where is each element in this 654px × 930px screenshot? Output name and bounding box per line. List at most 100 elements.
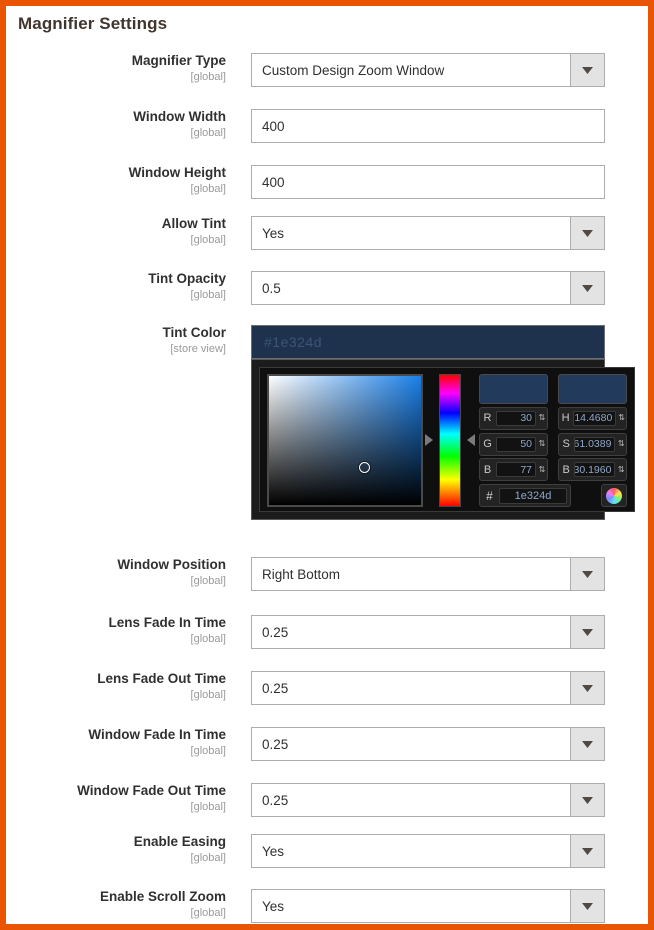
hue-slider-wrap[interactable]	[432, 374, 468, 507]
label-text: Magnifier Type	[6, 53, 226, 69]
field-row-window-height: Window Height [global] 400	[6, 165, 648, 205]
label-text: Enable Scroll Zoom	[6, 889, 226, 905]
input-channel-brightness[interactable]: B 30.1960 ⇅	[558, 458, 627, 481]
input-channel-s[interactable]: S 61.0389 ⇅	[558, 433, 627, 456]
field-row-enable-scroll-zoom: Enable Scroll Zoom [global] Yes	[6, 889, 648, 929]
hex-value: 1e324d	[499, 488, 567, 504]
chevron-down-icon[interactable]	[570, 835, 604, 867]
label-text: Window Fade In Time	[6, 727, 226, 743]
select-value: Custom Design Zoom Window	[252, 54, 570, 86]
saturation-value-area[interactable]	[267, 374, 423, 507]
scope-text: [global]	[6, 574, 226, 588]
color-wheel-button[interactable]	[601, 484, 627, 507]
scope-text: [global]	[6, 851, 226, 865]
input-value: 400	[252, 110, 604, 142]
spinner-brightness-icon[interactable]: ⇅	[616, 466, 626, 474]
label-text: Allow Tint	[6, 216, 226, 232]
chevron-down-icon[interactable]	[570, 728, 604, 760]
spinner-b-icon[interactable]: ⇅	[537, 466, 547, 474]
field-label-window-position: Window Position [global]	[6, 557, 238, 588]
scope-text: [global]	[6, 126, 226, 140]
label-text: Window Width	[6, 109, 226, 125]
label-text: Window Position	[6, 557, 226, 573]
hue-pointer-right-icon	[467, 434, 475, 446]
select-value: 0.25	[252, 672, 570, 704]
input-window-width[interactable]: 400	[251, 109, 605, 143]
select-magnifier-type[interactable]: Custom Design Zoom Window	[251, 53, 605, 87]
label-text: Tint Opacity	[6, 271, 226, 287]
input-window-height[interactable]: 400	[251, 165, 605, 199]
spinner-r-icon[interactable]: ⇅	[537, 414, 547, 422]
select-allow-tint[interactable]: Yes	[251, 216, 605, 250]
select-lens-fade-in-time[interactable]: 0.25	[251, 615, 605, 649]
field-label-lens-fade-out-time: Lens Fade Out Time [global]	[6, 671, 238, 702]
select-window-fade-out-time[interactable]: 0.25	[251, 783, 605, 817]
input-channel-r[interactable]: R 30 ⇅	[479, 407, 548, 430]
swatch-new-color[interactable]	[479, 374, 548, 404]
channel-value-g: 50	[496, 437, 536, 452]
channel-value-h: 214.4680	[573, 411, 616, 426]
select-value: Yes	[252, 835, 570, 867]
swatch-current-color[interactable]	[558, 374, 627, 404]
channel-key-b: B	[480, 464, 495, 476]
chevron-down-icon[interactable]	[570, 217, 604, 249]
field-label-window-width: Window Width [global]	[6, 109, 238, 140]
spinner-h-icon[interactable]: ⇅	[617, 414, 626, 422]
chevron-down-icon[interactable]	[570, 616, 604, 648]
select-value: 0.5	[252, 272, 570, 304]
select-value: 0.25	[252, 784, 570, 816]
chevron-down-icon[interactable]	[570, 784, 604, 816]
field-row-window-fade-out-time: Window Fade Out Time [global] 0.25	[6, 783, 648, 823]
input-channel-b[interactable]: B 77 ⇅	[479, 458, 548, 481]
field-row-lens-fade-out-time: Lens Fade Out Time [global] 0.25	[6, 671, 648, 711]
select-value: Yes	[252, 217, 570, 249]
select-window-position[interactable]: Right Bottom	[251, 557, 605, 591]
spinner-g-icon[interactable]: ⇅	[537, 440, 547, 448]
select-value: 0.25	[252, 728, 570, 760]
field-row-tint-color: Tint Color [store view] #1e324d	[6, 325, 648, 525]
field-row-magnifier-type: Magnifier Type [global] Custom Design Zo…	[6, 53, 648, 93]
page-title: Magnifier Settings	[18, 14, 167, 34]
input-channel-g[interactable]: G 50 ⇅	[479, 433, 548, 456]
label-text: Window Fade Out Time	[6, 783, 226, 799]
field-label-allow-tint: Allow Tint [global]	[6, 216, 238, 247]
input-value: 400	[252, 166, 604, 198]
chevron-down-icon[interactable]	[570, 558, 604, 590]
field-label-tint-color: Tint Color [store view]	[6, 325, 238, 356]
chevron-down-icon[interactable]	[570, 890, 604, 922]
color-picker-fields: R 30 ⇅ H 214.4680 ⇅ G 50	[479, 374, 627, 507]
select-value: 0.25	[252, 616, 570, 648]
select-lens-fade-out-time[interactable]: 0.25	[251, 671, 605, 705]
field-row-window-width: Window Width [global] 400	[6, 109, 648, 149]
color-picker-panel[interactable]: R 30 ⇅ H 214.4680 ⇅ G 50	[251, 359, 605, 520]
scope-text: [global]	[6, 688, 226, 702]
spinner-s-icon[interactable]: ⇅	[616, 440, 626, 448]
select-enable-easing[interactable]: Yes	[251, 834, 605, 868]
channel-value-s: 61.0389	[574, 437, 615, 452]
channel-value-r: 30	[496, 411, 536, 426]
select-value: Yes	[252, 890, 570, 922]
chevron-down-icon[interactable]	[570, 54, 604, 86]
input-hex[interactable]: # 1e324d	[479, 484, 571, 507]
channel-row-r-h: R 30 ⇅ H 214.4680 ⇅	[479, 407, 627, 430]
hue-slider[interactable]	[439, 374, 461, 507]
input-channel-h[interactable]: H 214.4680 ⇅	[558, 407, 627, 430]
channel-row-g-s: G 50 ⇅ S 61.0389 ⇅	[479, 433, 627, 456]
channel-key-h: H	[559, 412, 572, 424]
color-input-tint-color[interactable]: #1e324d	[251, 325, 605, 359]
scope-text: [global]	[6, 800, 226, 814]
field-row-window-position: Window Position [global] Right Bottom	[6, 557, 648, 597]
sv-cursor-handle[interactable]	[359, 462, 370, 473]
chevron-down-icon[interactable]	[570, 672, 604, 704]
select-tint-opacity[interactable]: 0.5	[251, 271, 605, 305]
channel-key-s: S	[559, 438, 573, 450]
color-hex-display: #1e324d	[264, 334, 322, 350]
select-enable-scroll-zoom[interactable]: Yes	[251, 889, 605, 923]
settings-panel: Magnifier Settings Magnifier Type [globa…	[0, 0, 654, 930]
select-window-fade-in-time[interactable]: 0.25	[251, 727, 605, 761]
chevron-down-icon[interactable]	[570, 272, 604, 304]
hex-prefix: #	[480, 489, 499, 503]
field-row-window-fade-in-time: Window Fade In Time [global] 0.25	[6, 727, 648, 767]
channel-key-brightness: B	[559, 464, 573, 476]
label-text: Lens Fade Out Time	[6, 671, 226, 687]
